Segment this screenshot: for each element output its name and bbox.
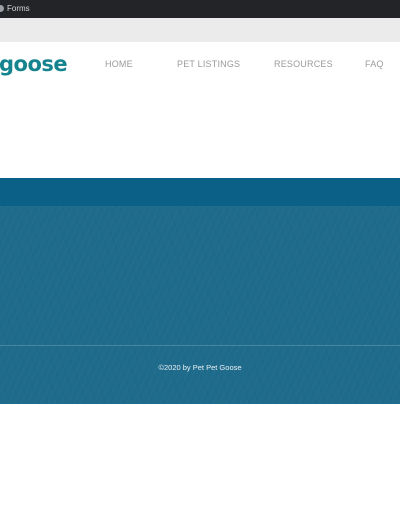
forms-icon [0, 5, 4, 12]
site-header: goose HOME PET LISTINGS RESOURCES FAQ [0, 42, 400, 92]
footer-divider [0, 345, 400, 346]
bookmark-forms[interactable]: Forms [7, 4, 30, 13]
nav-faq[interactable]: FAQ [365, 59, 384, 69]
blue-band [0, 178, 400, 206]
copyright-text: ©2020 by Pet Pet Goose [158, 363, 242, 372]
browser-toolbar: Forms [0, 0, 400, 18]
nav-pet-listings[interactable]: PET LISTINGS [177, 59, 240, 69]
site-logo[interactable]: goose [0, 52, 68, 76]
browser-subbar [0, 18, 400, 42]
site-footer: ©2020 by Pet Pet Goose [0, 206, 400, 404]
nav-home[interactable]: HOME [105, 59, 133, 69]
nav-resources[interactable]: RESOURCES [274, 59, 333, 69]
